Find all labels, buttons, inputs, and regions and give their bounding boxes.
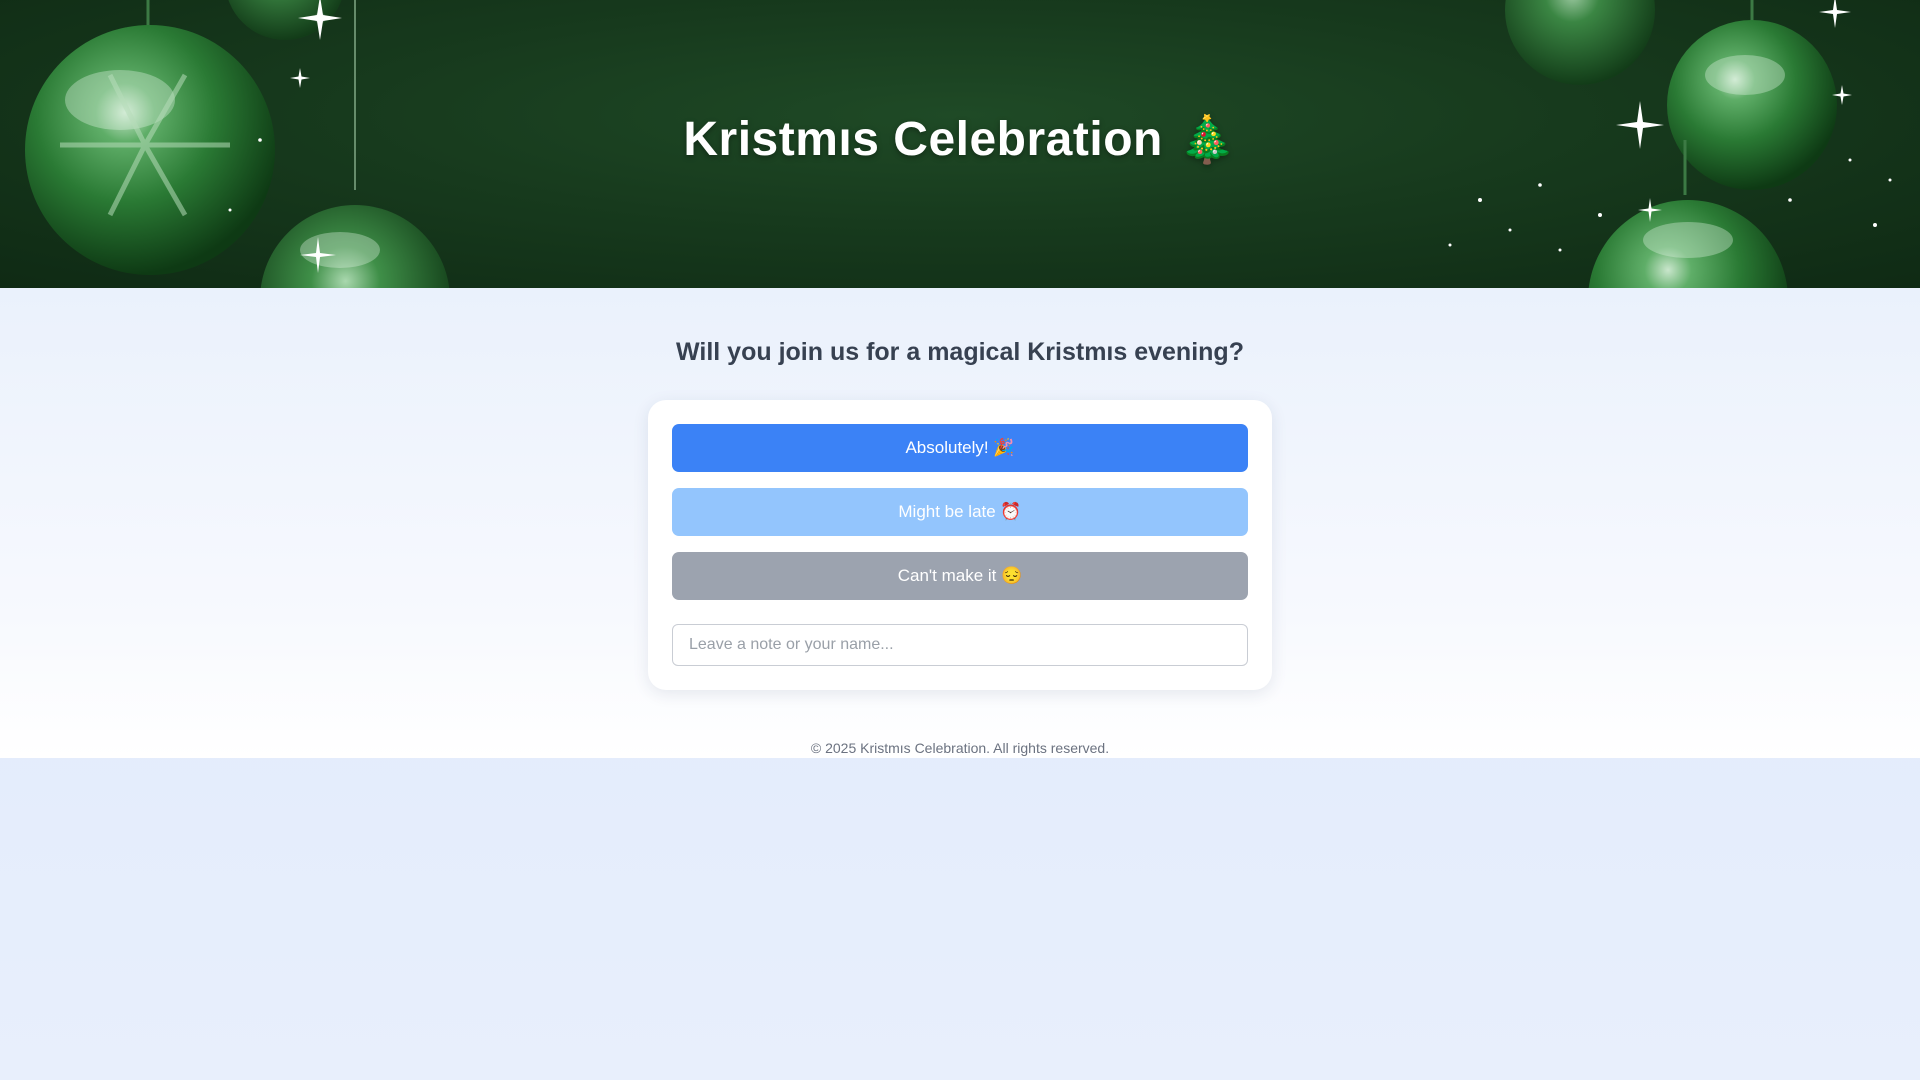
header-banner: Kristmıs Celebration 🎄 [0,0,1920,288]
page-title: Kristmıs Celebration 🎄 [0,112,1920,167]
cant-make-it-button[interactable]: Can't make it 😔 [672,552,1248,600]
page-title-text: Kristmıs Celebration [683,113,1163,166]
rsvp-card: Absolutely! 🎉 Might be late ⏰ Can't make… [648,400,1272,690]
christmas-tree-icon: 🎄 [1178,113,1237,165]
absolutely-button[interactable]: Absolutely! 🎉 [672,424,1248,472]
main-section: Will you join us for a magical Kristmıs … [0,288,1920,758]
rsvp-question: Will you join us for a magical Kristmıs … [676,338,1244,366]
ornament-right-top [1505,0,1655,85]
note-input[interactable] [672,624,1248,666]
might-be-late-button[interactable]: Might be late ⏰ [672,488,1248,536]
footer-copyright: © 2025 Kristmıs Celebration. All rights … [810,740,1110,756]
